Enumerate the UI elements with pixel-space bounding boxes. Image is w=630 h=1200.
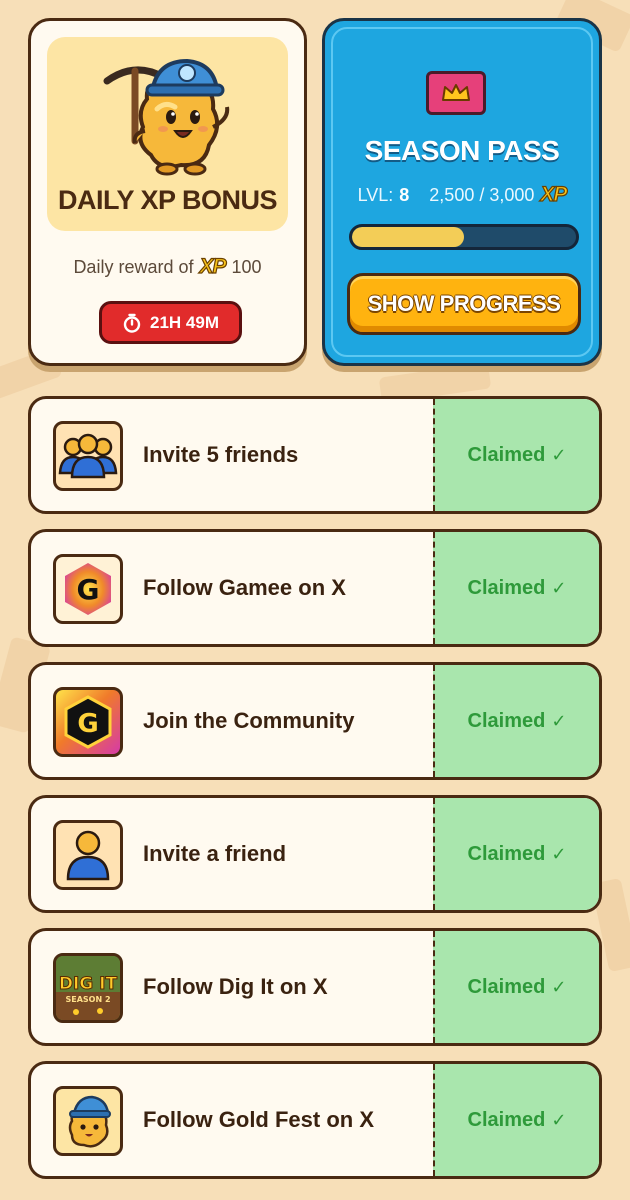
quest-row[interactable]: Invite a friend Claimed ✓ — [28, 795, 602, 913]
daily-reward-prefix: Daily reward of — [73, 256, 194, 277]
daily-xp-bonus-card[interactable]: DAILY XP BONUS Daily reward of XP 100 21… — [28, 18, 307, 366]
quest-row[interactable]: Invite 5 friends Claimed ✓ — [28, 396, 602, 514]
quest-claimed-status: Claimed ✓ — [433, 532, 599, 644]
quest-claimed-status: Claimed ✓ — [433, 1064, 599, 1176]
xp-icon: XP — [199, 254, 227, 278]
dig-it-logo-sub: SEASON 2 — [65, 995, 110, 1004]
quest-claimed-status: Claimed ✓ — [433, 798, 599, 910]
quest-label: Follow Gold Fest on X — [143, 1107, 374, 1132]
season-pass-card[interactable]: SEASON PASS LVL: 8 2,500 / 3,000 XP SHOW… — [322, 18, 602, 366]
timer-text: 21H 49M — [150, 312, 219, 332]
claimed-text: Claimed — [467, 975, 546, 998]
check-icon: ✓ — [551, 444, 567, 465]
quest-label: Follow Dig It on X — [143, 974, 328, 999]
claimed-text: Claimed — [467, 842, 546, 865]
quest-row[interactable]: G Follow Gamee on X Claimed ✓ — [28, 529, 602, 647]
crown-icon — [442, 84, 470, 101]
check-icon: ✓ — [551, 577, 567, 598]
gold-nugget-miner-icon — [103, 58, 230, 176]
daily-bonus-title: DAILY XP BONUS — [57, 185, 278, 215]
quest-claimed-status: Claimed ✓ — [433, 399, 599, 511]
season-level-row: LVL: 8 2,500 / 3,000 XP — [325, 182, 599, 207]
daily-reward-text: Daily reward of XP 100 — [31, 254, 304, 279]
season-progress-bar — [349, 224, 579, 250]
show-progress-button[interactable]: SHOW PROGRESS — [347, 273, 581, 335]
claimed-text: Claimed — [467, 443, 546, 466]
quest-row[interactable]: G Join the Community Claimed ✓ — [28, 662, 602, 780]
check-icon: ✓ — [551, 976, 567, 997]
daily-reward-amount: 100 — [231, 256, 262, 277]
check-icon: ✓ — [551, 843, 567, 864]
check-icon: ✓ — [551, 1109, 567, 1130]
gamee-community-icon: G — [53, 687, 123, 757]
season-pass-title: SEASON PASS — [364, 135, 560, 166]
dig-it-logo-text: DIG IT — [59, 974, 118, 994]
stopwatch-icon — [123, 313, 141, 333]
season-ticket-icon — [426, 71, 486, 115]
group-icon — [53, 421, 123, 491]
level-value: 8 — [399, 184, 410, 205]
level-label: LVL: — [357, 184, 394, 205]
svg-text:G: G — [77, 709, 98, 739]
quest-claimed-status: Claimed ✓ — [433, 931, 599, 1043]
quest-label: Invite 5 friends — [143, 442, 299, 467]
claimed-text: Claimed — [467, 576, 546, 599]
svg-text:G: G — [77, 573, 100, 606]
quest-row[interactable]: DIG IT SEASON 2 Follow Dig It on X Claim… — [28, 928, 602, 1046]
gold-mascot-icon — [53, 1086, 123, 1156]
daily-bonus-timer: 21H 49M — [99, 301, 242, 344]
gamee-logo-icon: G — [53, 554, 123, 624]
check-icon: ✓ — [551, 710, 567, 731]
claimed-text: Claimed — [467, 709, 546, 732]
quest-label: Join the Community — [143, 708, 355, 733]
quest-label: Invite a friend — [143, 841, 287, 866]
quest-row[interactable]: Follow Gold Fest on X Claimed ✓ — [28, 1061, 602, 1179]
quest-label: Follow Gamee on X — [143, 575, 346, 600]
dig-it-logo-icon: DIG IT SEASON 2 — [53, 953, 123, 1023]
season-progress-fill — [352, 227, 464, 247]
xp-progress-text: 2,500 / 3,000 — [429, 184, 535, 205]
xp-icon: XP — [540, 182, 568, 206]
quest-claimed-status: Claimed ✓ — [433, 665, 599, 777]
claimed-text: Claimed — [467, 1108, 546, 1131]
person-icon — [53, 820, 123, 890]
daily-bonus-hero: DAILY XP BONUS — [47, 37, 288, 231]
